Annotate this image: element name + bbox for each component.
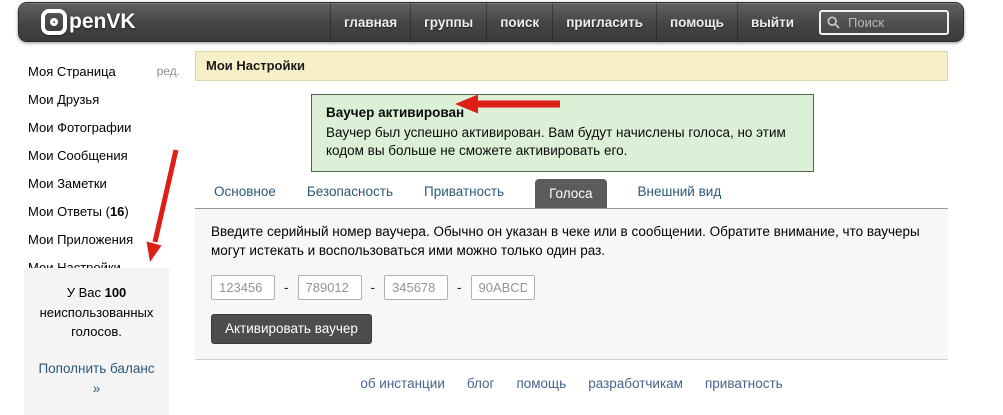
sidebar-menu: Моя Страница ред. Мои Друзья Мои Фотогра… bbox=[28, 58, 190, 282]
voucher-segment-4[interactable] bbox=[471, 275, 535, 300]
page-title: Мои Настройки bbox=[195, 51, 948, 81]
nav-item-home[interactable]: главная bbox=[330, 3, 410, 41]
balance-text: У Вас 100 неиспользованных голосов. bbox=[40, 285, 154, 339]
footer-link-privacy[interactable]: приватность bbox=[705, 376, 783, 391]
footer-link-developers[interactable]: разработчикам bbox=[588, 376, 683, 391]
search-input[interactable] bbox=[846, 14, 936, 31]
nav-item-groups[interactable]: группы bbox=[410, 3, 486, 41]
topup-balance-link[interactable]: Пополнить баланс » bbox=[35, 359, 158, 400]
activate-voucher-button[interactable]: Активировать ваучер bbox=[211, 314, 372, 344]
sidebar-item-my-page[interactable]: Моя Страница ред. bbox=[28, 58, 190, 86]
nav-item-invite[interactable]: пригласить bbox=[552, 3, 656, 41]
voucher-panel: Введите серийный номер ваучера. Обычно о… bbox=[195, 209, 948, 360]
tab-general[interactable]: Основное bbox=[214, 184, 276, 208]
nav-item-help[interactable]: помощь bbox=[656, 3, 737, 41]
votes-count: 100 bbox=[105, 285, 127, 300]
sidebar-item-my-photos[interactable]: Мои Фотографии bbox=[28, 114, 190, 142]
tab-privacy[interactable]: Приватность bbox=[424, 184, 504, 208]
answers-count: 16 bbox=[110, 204, 124, 219]
footer-links: об инстанции блог помощь разработчикам п… bbox=[195, 376, 948, 391]
message-body: Ваучер был успешно активирован. Вам буду… bbox=[326, 124, 799, 160]
votes-balance-box: У Вас 100 неиспользованных голосов. Попо… bbox=[24, 268, 169, 415]
tab-appearance[interactable]: Внешний вид bbox=[638, 184, 722, 208]
voucher-activated-message: Ваучер активирован Ваучер был успешно ак… bbox=[311, 94, 814, 172]
voucher-instructions: Введите серийный номер ваучера. Обычно о… bbox=[211, 222, 932, 260]
footer-link-about[interactable]: об инстанции bbox=[360, 376, 445, 391]
voucher-segment-2[interactable] bbox=[298, 275, 362, 300]
footer-link-blog[interactable]: блог bbox=[467, 376, 495, 391]
sidebar-item-my-friends[interactable]: Мои Друзья bbox=[28, 86, 190, 114]
tab-votes[interactable]: Голоса bbox=[535, 179, 606, 208]
voucher-segment-3[interactable] bbox=[384, 275, 448, 300]
top-navbar: penVK главная группы поиск пригласить по… bbox=[18, 2, 964, 42]
voucher-segment-1[interactable] bbox=[211, 275, 275, 300]
voucher-code-inputs: - - - bbox=[211, 275, 932, 300]
settings-page: Мои Настройки Ваучер активирован Ваучер … bbox=[195, 51, 948, 360]
sidebar-item-my-apps[interactable]: Мои Приложения bbox=[28, 226, 190, 254]
openvk-logo[interactable]: penVK bbox=[41, 9, 136, 35]
header-search[interactable] bbox=[819, 10, 949, 35]
openvk-logo-text: penVK bbox=[69, 10, 136, 34]
edit-link[interactable]: ред. bbox=[157, 64, 180, 78]
sidebar-item-my-notes[interactable]: Мои Заметки bbox=[28, 170, 190, 198]
footer-link-help[interactable]: помощь bbox=[516, 376, 566, 391]
sidebar-item-my-answers[interactable]: Мои Ответы (16) bbox=[28, 198, 190, 226]
message-title: Ваучер активирован bbox=[326, 104, 799, 122]
tab-security[interactable]: Безопасность bbox=[307, 184, 393, 208]
settings-tabs: Основное Безопасность Приватность Голоса… bbox=[195, 179, 948, 209]
nav-item-search[interactable]: поиск bbox=[486, 3, 552, 41]
top-nav-menu: главная группы поиск пригласить помощь в… bbox=[330, 3, 807, 41]
openvk-logo-icon bbox=[41, 9, 67, 35]
sidebar-item-my-messages[interactable]: Мои Сообщения bbox=[28, 142, 190, 170]
search-icon bbox=[827, 16, 840, 29]
nav-item-logout[interactable]: выйти bbox=[737, 3, 807, 41]
